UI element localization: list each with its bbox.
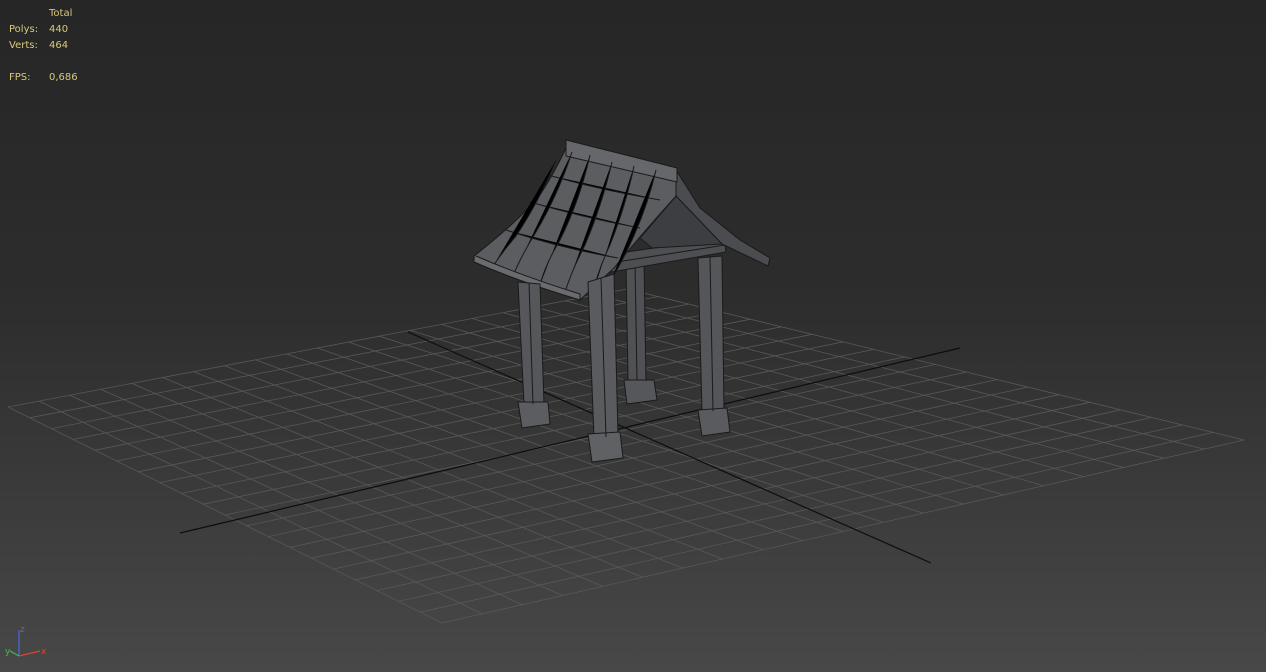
home-grid — [7, 288, 1245, 624]
post-front-left[interactable] — [517, 281, 551, 429]
grid-axis-line-x — [179, 347, 961, 534]
stats-verts-row: Verts: 464 — [9, 38, 78, 54]
stats-fps-row: FPS: 0,686 — [9, 70, 78, 86]
perspective-viewport[interactable]: Total Polys: 440 Verts: 464 FPS: 0,686 z x … — [0, 0, 1266, 672]
roof-main[interactable] — [473, 139, 678, 301]
post-back-right[interactable] — [697, 255, 731, 437]
grid-line — [420, 432, 1214, 613]
axis-tripod-icon: z x y — [5, 625, 47, 657]
grid-line — [564, 300, 1164, 459]
z-axis-label: z — [20, 625, 25, 635]
polys-value: 440 — [49, 24, 69, 35]
verts-label: Verts: — [9, 40, 38, 51]
viewport-scene[interactable] — [0, 0, 1266, 672]
verts-value: 464 — [49, 40, 69, 51]
stats-header-row: Total — [9, 6, 78, 22]
polys-label: Polys: — [9, 24, 39, 35]
fps-value: 0,686 — [49, 72, 78, 83]
stats-header: Total — [49, 8, 73, 19]
x-axis-label: x — [41, 647, 47, 657]
y-axis-label: y — [5, 647, 11, 657]
fps-label: FPS: — [9, 72, 31, 83]
statistics-overlay: Total Polys: 440 Verts: 464 FPS: 0,686 — [9, 6, 78, 86]
grid-line — [595, 294, 1204, 450]
post-front-center[interactable] — [587, 273, 624, 463]
grid-axis-line-y — [407, 331, 932, 564]
x-axis-line — [18, 650, 41, 657]
post-back-left[interactable] — [623, 261, 658, 405]
grid-line — [441, 439, 1245, 624]
y-axis-line — [9, 650, 20, 657]
pavilion-model[interactable] — [473, 139, 771, 463]
stats-polys-row: Polys: 440 — [9, 22, 78, 38]
